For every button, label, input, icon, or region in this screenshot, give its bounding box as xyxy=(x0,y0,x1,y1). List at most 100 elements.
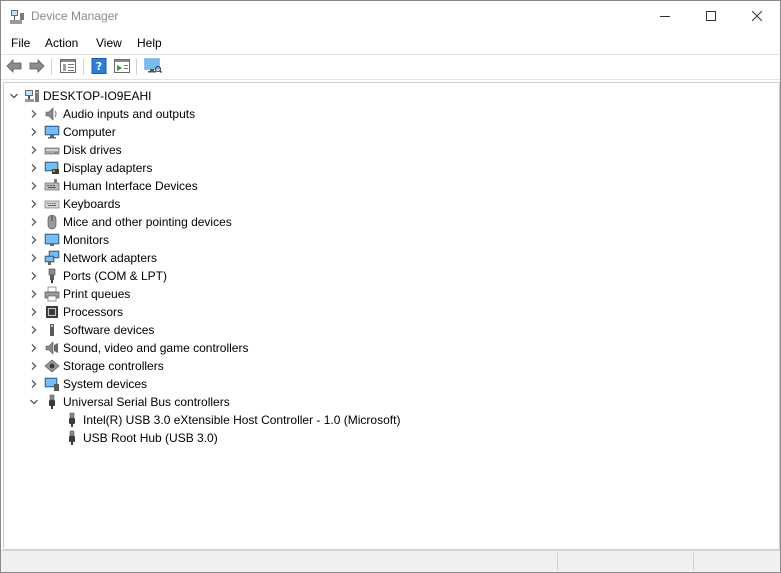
chevron-right-icon[interactable] xyxy=(28,180,40,192)
chevron-right-icon[interactable] xyxy=(28,216,40,228)
maximize-button[interactable] xyxy=(688,1,734,33)
tree-item-human-interface-devices[interactable]: Human Interface Devices xyxy=(28,177,198,195)
speaker-icon xyxy=(44,106,60,122)
back-button[interactable] xyxy=(5,58,23,76)
system-devices-icon xyxy=(44,376,60,392)
properties-button[interactable] xyxy=(59,58,77,76)
status-pane xyxy=(557,553,692,570)
chevron-right-icon[interactable] xyxy=(28,108,40,120)
scan-hardware-button[interactable] xyxy=(144,58,162,76)
tree-item-label: Ports (COM & LPT) xyxy=(63,269,168,283)
computer-tower-icon xyxy=(24,88,40,104)
tree-root[interactable]: DESKTOP-IO9EAHI xyxy=(8,87,151,105)
chevron-right-icon[interactable] xyxy=(28,126,40,138)
software-device-icon xyxy=(44,322,60,338)
keyboard-icon xyxy=(44,196,60,212)
tree-item-label: Network adapters xyxy=(63,251,158,265)
chevron-right-icon[interactable] xyxy=(28,270,40,282)
monitor-icon xyxy=(44,232,60,248)
tree-item-monitors[interactable]: Monitors xyxy=(28,231,109,249)
monitor-icon xyxy=(44,124,60,140)
forward-arrow-icon xyxy=(29,58,45,76)
tree-item-usb-host-controller[interactable]: Intel(R) USB 3.0 eXtensible Host Control… xyxy=(64,411,400,429)
tree-item-label: USB Root Hub (USB 3.0) xyxy=(83,431,218,445)
toolbar: ? xyxy=(1,55,780,79)
computer-name: DESKTOP-IO9EAHI xyxy=(43,89,152,103)
window-title: Device Manager xyxy=(31,9,119,23)
menu-file[interactable]: File xyxy=(11,36,30,50)
tree-item-mice-pointing-devices[interactable]: Mice and other pointing devices xyxy=(28,213,232,231)
tree-item-print-queues[interactable]: Print queues xyxy=(28,285,130,303)
chevron-right-icon[interactable] xyxy=(28,234,40,246)
properties-icon xyxy=(60,58,76,76)
tree-item-label: Monitors xyxy=(63,233,110,247)
tree-item-system-devices[interactable]: System devices xyxy=(28,375,147,393)
menu-action[interactable]: Action xyxy=(45,36,78,50)
menu-help[interactable]: Help xyxy=(137,36,162,50)
tree-item-label: Intel(R) USB 3.0 eXtensible Host Control… xyxy=(83,413,401,427)
tree-item-label: Computer xyxy=(63,125,116,139)
chevron-right-icon[interactable] xyxy=(28,378,40,390)
chevron-right-icon[interactable] xyxy=(28,306,40,318)
tree-item-label: Storage controllers xyxy=(63,359,164,373)
tree-item-processors[interactable]: Processors xyxy=(28,303,123,321)
tree-item-label: Sound, video and game controllers xyxy=(63,341,249,355)
tree-item-display-adapters[interactable]: Display adapters xyxy=(28,159,152,177)
tree-item-audio-inputs-outputs[interactable]: Audio inputs and outputs xyxy=(28,105,195,123)
minimize-button[interactable] xyxy=(642,1,688,33)
chevron-right-icon[interactable] xyxy=(28,162,40,174)
tree-item-usb-root-hub[interactable]: USB Root Hub (USB 3.0) xyxy=(64,429,218,447)
usb-icon xyxy=(44,394,60,410)
processor-chip-icon xyxy=(44,304,60,320)
chevron-right-icon[interactable] xyxy=(28,288,40,300)
scan-hardware-icon xyxy=(144,58,162,77)
status-bar xyxy=(1,550,780,572)
menu-view[interactable]: View xyxy=(96,36,122,50)
chevron-right-icon[interactable] xyxy=(28,144,40,156)
chevron-down-icon[interactable] xyxy=(28,396,40,408)
update-driver-icon xyxy=(114,58,130,76)
device-tree[interactable]: DESKTOP-IO9EAHI Audio inputs and outputs… xyxy=(3,82,780,550)
tree-item-network-adapters[interactable]: Network adapters xyxy=(28,249,157,267)
chevron-right-icon[interactable] xyxy=(28,324,40,336)
tree-item-storage-controllers[interactable]: Storage controllers xyxy=(28,357,164,375)
device-manager-app-icon xyxy=(9,9,25,25)
sound-icon xyxy=(44,340,60,356)
disk-drive-icon xyxy=(44,142,60,158)
tree-item-label: Software devices xyxy=(63,323,155,337)
chevron-right-icon[interactable] xyxy=(28,252,40,264)
close-icon xyxy=(751,10,763,24)
printer-icon xyxy=(44,286,60,302)
toolbar-separator xyxy=(136,59,137,75)
close-button[interactable] xyxy=(734,1,780,33)
tree-item-disk-drives[interactable]: Disk drives xyxy=(28,141,122,159)
maximize-icon xyxy=(706,10,716,24)
toolbar-separator xyxy=(51,59,52,75)
tree-item-label: Audio inputs and outputs xyxy=(63,107,196,121)
usb-icon xyxy=(64,430,80,446)
chevron-right-icon[interactable] xyxy=(28,360,40,372)
tree-item-label: Display adapters xyxy=(63,161,153,175)
menu-bar: File Action View Help xyxy=(1,33,780,54)
hid-keyboard-icon xyxy=(44,178,60,194)
tree-item-sound-video-game-controllers[interactable]: Sound, video and game controllers xyxy=(28,339,248,357)
update-driver-button[interactable] xyxy=(113,58,131,76)
tree-item-keyboards[interactable]: Keyboards xyxy=(28,195,120,213)
tree-item-label: Human Interface Devices xyxy=(63,179,198,193)
tree-item-label: Processors xyxy=(63,305,124,319)
title-bar[interactable]: Device Manager xyxy=(1,1,780,33)
tree-item-software-devices[interactable]: Software devices xyxy=(28,321,154,339)
tree-item-ports-com-lpt[interactable]: Ports (COM & LPT) xyxy=(28,267,167,285)
help-button[interactable]: ? xyxy=(90,57,108,76)
storage-controller-icon xyxy=(44,358,60,374)
chevron-down-icon[interactable] xyxy=(8,90,20,102)
tree-item-usb-controllers[interactable]: Universal Serial Bus controllers xyxy=(28,393,230,411)
chevron-right-icon[interactable] xyxy=(28,342,40,354)
minimize-icon xyxy=(660,10,670,24)
chevron-right-icon[interactable] xyxy=(28,198,40,210)
network-adapter-icon xyxy=(44,250,60,266)
forward-button[interactable] xyxy=(28,58,46,76)
tree-item-computer[interactable]: Computer xyxy=(28,123,116,141)
toolbar-separator xyxy=(83,59,84,75)
tree-item-label: Disk drives xyxy=(63,143,122,157)
